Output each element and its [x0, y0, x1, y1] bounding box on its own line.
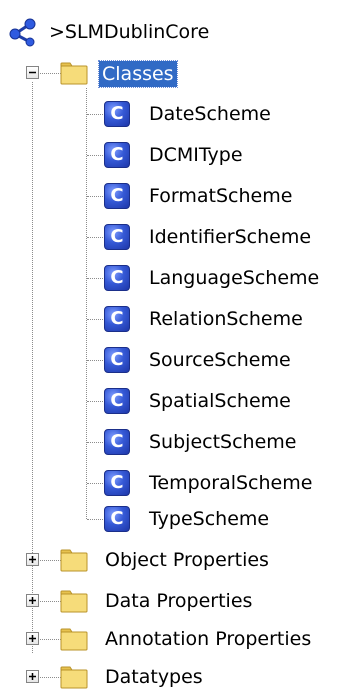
tree-connector [87, 196, 105, 197]
tree-connector [87, 155, 105, 156]
class-icon: C [104, 429, 130, 455]
class-icon: C [104, 142, 130, 168]
class-item-label: DateScheme [149, 103, 271, 125]
tree-connector [87, 237, 105, 238]
class-item-label: SubjectScheme [149, 431, 297, 453]
expand-toggle-icon[interactable] [26, 670, 39, 683]
folder-label: Annotation Properties [105, 628, 312, 650]
folder-label: Object Properties [105, 549, 269, 571]
class-icon: C [104, 101, 130, 127]
class-icon: C [104, 470, 130, 496]
tree-item-classes[interactable]: Classes [98, 58, 178, 90]
folder-open-icon [60, 62, 88, 85]
folder-icon [60, 628, 88, 651]
expand-toggle-icon[interactable] [26, 594, 39, 607]
class-icon: C [104, 306, 130, 332]
tree-connector [87, 114, 105, 115]
class-item-label: SourceScheme [149, 349, 291, 371]
tree-connector [87, 278, 105, 279]
tree-connector [87, 319, 105, 320]
class-item-label: LanguageScheme [149, 267, 320, 289]
class-icon: C [104, 183, 130, 209]
class-item-label: TypeScheme [149, 508, 270, 530]
ontology-tree: >SLMDublinCore Classes C DateScheme C DC… [0, 0, 357, 699]
folder-icon [60, 549, 88, 572]
tree-connector [87, 442, 105, 443]
class-item-label: TemporalScheme [149, 472, 313, 494]
tree-connector [86, 88, 87, 519]
tree-connector [87, 519, 105, 520]
tree-connector [87, 360, 105, 361]
class-icon: C [104, 388, 130, 414]
class-item-label: IdentifierScheme [149, 226, 312, 248]
tree-connector [87, 483, 105, 484]
collapse-toggle-icon[interactable] [26, 66, 39, 79]
expand-toggle-icon[interactable] [26, 632, 39, 645]
class-item-label: RelationScheme [149, 308, 303, 330]
tree-root[interactable]: >SLMDublinCore [8, 16, 212, 48]
class-icon: C [104, 224, 130, 250]
tree-item-classes-label: Classes [98, 60, 178, 88]
folder-icon [60, 590, 88, 613]
class-item-label: DCMIType [149, 144, 243, 166]
tree-root-label: >SLMDublinCore [49, 21, 210, 43]
class-icon: C [104, 347, 130, 373]
folder-icon [60, 666, 88, 689]
tree-connector [32, 82, 33, 653]
expand-toggle-icon[interactable] [26, 553, 39, 566]
class-icon: C [104, 506, 130, 532]
tree-connector [87, 401, 105, 402]
class-icon: C [104, 265, 130, 291]
class-item-label: SpatialScheme [149, 390, 291, 412]
folder-label: Datatypes [105, 666, 203, 688]
class-item-label: FormatScheme [149, 185, 293, 207]
folder-label: Data Properties [105, 590, 253, 612]
ontology-network-icon [9, 18, 36, 47]
